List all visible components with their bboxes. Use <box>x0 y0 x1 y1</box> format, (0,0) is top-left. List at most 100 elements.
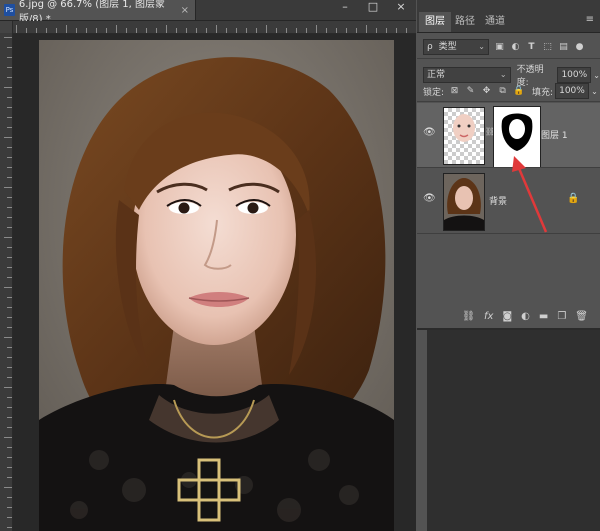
ruler-tick <box>36 28 37 33</box>
image-filter-icon[interactable]: ▣ <box>494 42 505 53</box>
chevron-down-icon[interactable]: ⌄ <box>593 71 600 80</box>
horizontal-ruler[interactable] <box>12 21 416 34</box>
panel-menu-icon[interactable]: ≡ <box>586 14 594 25</box>
ruler-tick <box>7 197 12 198</box>
ruler-tick <box>56 28 57 33</box>
ruler-tick <box>116 25 117 33</box>
new-layer-icon[interactable]: ❐ <box>557 311 566 322</box>
lower-panel-content <box>427 330 600 531</box>
fx-icon[interactable]: fx <box>484 311 493 322</box>
ruler-tick <box>136 28 137 33</box>
ruler-tick <box>156 28 157 33</box>
ruler-tick <box>146 28 147 33</box>
ruler-tick <box>7 157 12 158</box>
layers-panel: 图层 路径 通道 ≡ ρ 类型 ⌄ ▣ ◐ T ⬚ ▤ ● 正常 ⌄ 不透明度: <box>417 0 600 531</box>
background-thumbnail[interactable] <box>443 173 485 231</box>
chevron-down-icon[interactable]: ⌄ <box>591 87 598 96</box>
divider <box>417 58 600 59</box>
link-layers-icon[interactable]: ⛓ <box>462 311 475 322</box>
portrait-illustration <box>39 40 394 531</box>
vertical-ruler[interactable] <box>0 21 13 531</box>
layers-panel-footer: ⛓ fx ◙ ◐ ▬ ❐ 🗑 <box>417 304 600 328</box>
ruler-tick <box>7 477 12 478</box>
lock-transparent-icon[interactable]: ⊠ <box>449 86 460 97</box>
ruler-tick <box>7 207 12 208</box>
ruler-tick <box>46 28 47 33</box>
toggle-filter-icon[interactable]: ● <box>574 42 585 53</box>
add-mask-icon[interactable]: ◙ <box>502 311 512 322</box>
document-tab[interactable]: Ps 6.jpg @ 66.7% (图层 1, 图层蒙版/8) * × <box>0 0 196 25</box>
ruler-origin[interactable] <box>0 21 12 33</box>
ruler-tick <box>16 25 17 33</box>
ruler-tick <box>7 107 12 108</box>
ruler-tick <box>266 25 267 33</box>
close-document-icon[interactable]: × <box>181 5 189 16</box>
layer-filter-row: ρ 类型 ⌄ ▣ ◐ T ⬚ ▤ ● <box>417 39 600 55</box>
type-filter-icon[interactable]: T <box>526 42 537 53</box>
blend-mode-select[interactable]: 正常 ⌄ <box>423 67 511 83</box>
ruler-tick <box>96 28 97 33</box>
ruler-tick <box>66 25 67 33</box>
lock-fill-row: 锁定: ⊠ ✎ ✥ ⧉ 🔒 填充: 100% ⌄ <box>417 83 600 99</box>
ruler-tick <box>7 67 12 68</box>
shape-filter-icon[interactable]: ⬚ <box>542 42 553 53</box>
lock-position-icon[interactable]: ✥ <box>481 86 492 97</box>
layer1-name[interactable]: 图层 1 <box>541 128 568 141</box>
layer1-thumbnail[interactable] <box>443 107 485 165</box>
maximize-button[interactable]: □ <box>362 0 384 14</box>
ruler-tick <box>386 28 387 33</box>
ruler-tick <box>236 28 237 33</box>
ruler-tick <box>7 527 12 528</box>
ruler-tick <box>7 277 12 278</box>
ruler-tick <box>7 447 12 448</box>
chevron-down-icon: ⌄ <box>499 70 507 79</box>
ruler-tick <box>7 327 12 328</box>
adjustment-filter-icon[interactable]: ◐ <box>510 42 521 53</box>
ruler-tick <box>7 177 12 178</box>
ruler-tick <box>76 28 77 33</box>
smartobject-filter-icon[interactable]: ▤ <box>558 42 569 53</box>
opacity-input[interactable]: 100% <box>557 67 592 83</box>
adjustment-layer-icon[interactable]: ◐ <box>521 311 530 322</box>
ruler-tick <box>406 28 407 33</box>
tab-layers[interactable]: 图层 <box>419 12 451 32</box>
opacity-value: 100% <box>561 70 588 80</box>
ruler-tick <box>4 437 12 438</box>
ruler-tick <box>206 28 207 33</box>
fill-input[interactable]: 100% <box>555 83 590 99</box>
ruler-tick <box>26 28 27 33</box>
ruler-tick <box>7 247 12 248</box>
filter-kind-select[interactable]: ρ 类型 ⌄ <box>423 39 489 55</box>
lower-panel-area <box>417 330 600 531</box>
lock-all-icon[interactable]: 🔒 <box>513 86 524 97</box>
close-window-button[interactable]: × <box>390 0 412 14</box>
ruler-tick <box>126 28 127 33</box>
background-portrait-thumb <box>444 178 484 230</box>
lock-image-icon[interactable]: ✎ <box>465 86 476 97</box>
ruler-tick <box>7 57 12 58</box>
lock-artboard-icon[interactable]: ⧉ <box>497 86 508 97</box>
ruler-tick <box>7 127 12 128</box>
visibility-eye-icon[interactable]: 👁 <box>423 193 436 205</box>
ruler-tick <box>4 187 12 188</box>
ruler-tick <box>7 417 12 418</box>
ruler-tick <box>7 397 12 398</box>
visibility-eye-icon[interactable]: 👁 <box>423 127 436 139</box>
ruler-tick <box>7 47 12 48</box>
tab-paths[interactable]: 路径 <box>449 12 481 32</box>
ruler-tick <box>366 25 367 33</box>
portrait-photo <box>39 40 394 531</box>
minimize-button[interactable]: – <box>334 0 356 14</box>
trash-icon[interactable]: 🗑 <box>575 311 588 322</box>
filter-kind-label: 类型 <box>438 42 457 52</box>
ruler-tick <box>4 137 12 138</box>
ruler-tick <box>356 28 357 33</box>
tab-channels[interactable]: 通道 <box>479 12 511 32</box>
ruler-tick <box>256 28 257 33</box>
ruler-tick <box>7 317 12 318</box>
ruler-tick <box>7 97 12 98</box>
canvas-area[interactable] <box>13 34 416 531</box>
group-folder-icon[interactable]: ▬ <box>539 311 548 322</box>
search-icon: ρ <box>427 42 433 52</box>
blend-mode-value: 正常 <box>427 70 446 80</box>
